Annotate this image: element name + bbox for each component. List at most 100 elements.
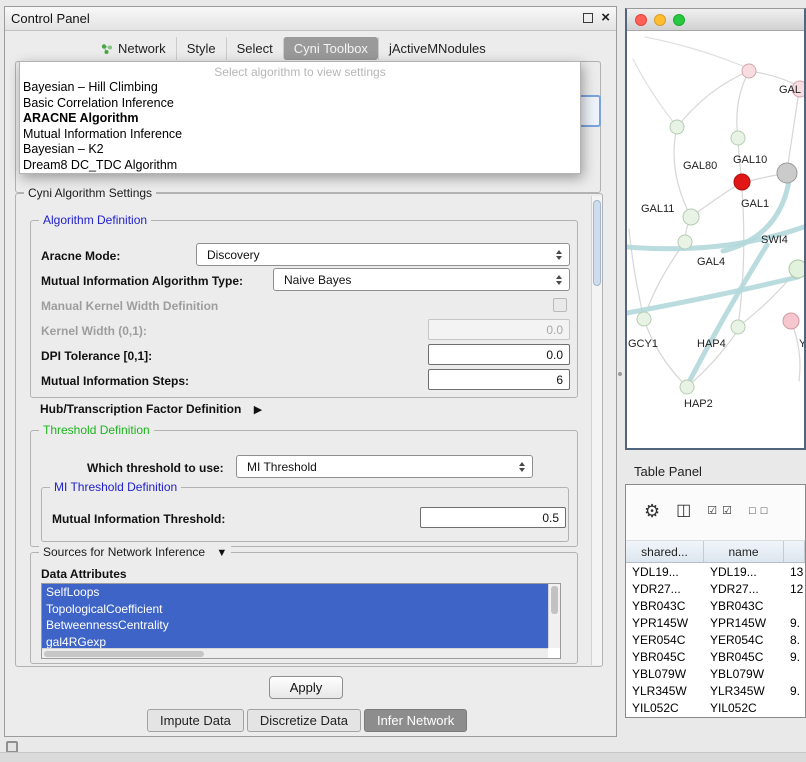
columns-icon[interactable]: ◫ [676,501,691,521]
algorithm-option-mutual-information-inference[interactable]: Mutual Information Inference [20,127,580,143]
table-cell[interactable]: 9. [784,650,805,664]
table-cell[interactable]: 9. [784,684,805,698]
mi-threshold-legend: MI Threshold Definition [50,480,181,495]
table-cell[interactable]: YDL19... [704,565,784,579]
table-cell[interactable]: 13 [784,565,805,579]
table-cell[interactable]: YDR27... [626,582,704,596]
mi-type-select[interactable]: Naive Bayes [273,268,570,291]
network-edge[interactable] [677,71,749,127]
network-edge[interactable] [788,91,799,164]
table-cell[interactable]: YIL052C [704,701,784,715]
sources-legend-toggle[interactable]: Sources for Network Inference ▼ [39,545,231,561]
tab-jactivemnodules[interactable]: jActiveMNodules [378,37,496,60]
float-window-icon[interactable] [583,13,593,23]
apply-button[interactable]: Apply [269,676,343,699]
network-edge[interactable] [737,71,749,138]
tab-network[interactable]: Network [91,37,176,60]
table-cell[interactable]: YBL079W [626,667,704,681]
network-node[interactable] [683,209,699,225]
attribute-item-betweennesscentrality[interactable]: BetweennessCentrality [42,617,548,634]
attributes-hscrollbar[interactable] [42,648,548,658]
dpi-tolerance-field[interactable]: 0.0 [428,344,570,365]
network-node[interactable] [783,313,799,329]
network-node[interactable] [637,312,651,326]
algorithm-option-bayesian-hill-climbing[interactable]: Bayesian – Hill Climbing [20,80,580,96]
table-cell[interactable]: 8. [784,633,805,647]
deselect-all-icon[interactable]: □ □ [749,501,768,521]
table-cell[interactable]: YPR145W [704,616,784,630]
network-node[interactable] [680,380,694,394]
gear-icon[interactable]: ⚙ [644,501,660,521]
network-edge[interactable] [691,182,742,217]
tab-label: Style [187,41,216,56]
scrollbar-thumb[interactable] [551,586,558,614]
network-node[interactable] [678,235,692,249]
algorithm-option-bayesian-k2[interactable]: Bayesian – K2 [20,142,580,158]
data-attributes-list[interactable]: SelfLoopsTopologicalCoefficientBetweenne… [41,583,561,659]
select-all-icon[interactable]: ☑ ☑ [707,501,733,521]
network-canvas[interactable]: GALGAL80GAL10GAL11GAL1SWI4GAL4GCY1HAP4YH… [627,31,804,448]
algorithm-option-dream8-dc-tdc-algorithm[interactable]: Dream8 DC_TDC Algorithm [20,158,580,174]
network-node[interactable] [670,120,684,134]
network-edge[interactable] [633,59,677,127]
network-edge[interactable] [629,229,644,319]
network-edge[interactable] [645,37,745,67]
network-node[interactable] [789,260,804,278]
table-cell[interactable]: YDL19... [626,565,704,579]
network-node[interactable] [731,131,745,145]
attribute-list: SelfLoopsTopologicalCoefficientBetweenne… [42,584,560,650]
table-cell[interactable]: YLR345W [626,684,704,698]
table-cell[interactable]: YLR345W [704,684,784,698]
table-panel-window: ⚙ ◫ ☑ ☑ □ □ shared...name YDL19...YDL19.… [625,484,806,718]
algorithm-option-basic-correlation-inference[interactable]: Basic Correlation Inference [20,96,580,112]
network-edge[interactable] [674,127,691,217]
table-cell[interactable]: YBR043C [626,599,704,613]
attribute-item-topologicalcoefficient[interactable]: TopologicalCoefficient [42,601,548,618]
network-svg[interactable]: GALGAL80GAL10GAL11GAL1SWI4GAL4GCY1HAP4YH… [627,31,804,448]
table-cell[interactable]: YIL052C [626,701,704,715]
which-threshold-select[interactable]: MI Threshold [236,455,533,478]
tab-style[interactable]: Style [176,37,226,60]
table-cell[interactable]: 12 [784,582,805,596]
table-cell[interactable]: YBR043C [704,599,784,613]
table-cell[interactable]: YBL079W [704,667,784,681]
mi-threshold-field[interactable]: 0.5 [420,507,566,528]
minimize-traffic-light-icon[interactable] [654,14,666,26]
close-icon[interactable]: × [601,12,610,24]
manual-kernel-checkbox[interactable] [553,298,567,312]
table-cell[interactable]: YBR045C [626,650,704,664]
scrollbar-thumb[interactable] [593,200,601,286]
table-cell[interactable]: 9. [784,616,805,630]
table-cell[interactable]: YBR045C [704,650,784,664]
column-header-2[interactable] [784,541,805,562]
tab-impute-data[interactable]: Impute Data [147,709,244,732]
bottom-tab-bar: Impute DataDiscretize DataInfer Network [147,709,470,732]
tab-cyni-toolbox[interactable]: Cyni Toolbox [283,37,378,60]
tab-discretize-data[interactable]: Discretize Data [247,709,361,732]
settings-scrollbar[interactable] [591,196,602,665]
column-header-shared[interactable]: shared... [626,541,704,562]
scrollbar-thumb[interactable] [44,651,204,657]
tab-infer-network[interactable]: Infer Network [364,709,467,732]
hub-section-toggle[interactable]: Hub/Transcription Factor Definition ▶ [40,400,262,418]
table-cell[interactable]: YER054C [704,633,784,647]
attributes-vscrollbar[interactable] [548,584,560,648]
tab-select[interactable]: Select [226,37,283,60]
network-edge[interactable] [646,325,687,387]
aracne-mode-select[interactable]: Discovery [196,243,570,266]
network-node[interactable] [777,163,797,183]
table-cell[interactable]: YER054C [626,633,704,647]
close-traffic-light-icon[interactable] [635,14,647,26]
attribute-item-selfloops[interactable]: SelfLoops [42,584,548,601]
table-cell[interactable]: YDR27... [704,582,784,596]
table-cell[interactable]: YPR145W [626,616,704,630]
zoom-traffic-light-icon[interactable] [673,14,685,26]
network-edge[interactable] [791,321,800,381]
panel-splitter[interactable] [618,372,622,376]
algorithm-option-aracne-algorithm[interactable]: ARACNE Algorithm [20,111,580,127]
network-node[interactable] [731,320,745,334]
network-node[interactable] [742,64,756,78]
column-header-name[interactable]: name [704,541,784,562]
network-node[interactable] [734,174,750,190]
mi-steps-field[interactable]: 6 [428,369,570,390]
